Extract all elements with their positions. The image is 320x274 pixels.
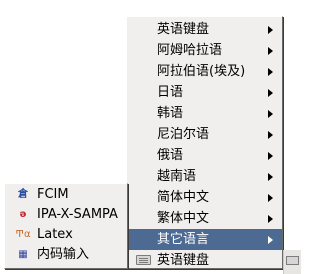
menu-item-label: 俄语 [157,148,184,163]
submenu-arrow-icon [268,47,273,55]
keyboard-icon [136,255,151,265]
menu-item-other-languages[interactable]: 其它语言 [127,229,282,250]
submenu-arrow-icon [268,26,273,34]
menu-item-korean[interactable]: 韩语 [127,103,282,124]
menu-item-russian[interactable]: 俄语 [127,145,282,166]
menu-item-english-keyboard[interactable]: 英语键盘 [127,19,282,40]
fcim-icon: 倉 [18,189,28,200]
submenu-item-latex[interactable]: Ͳα Latex [5,225,127,245]
menu-item-label: 繁体中文 [157,211,210,226]
keyboard-icon[interactable] [286,256,299,265]
menu-item-arabic-egypt[interactable]: 阿拉伯语(埃及) [127,61,282,82]
menu-item-label: 英语键盘 [157,253,210,268]
other-languages-submenu: 倉 FCIM ə IPA-X-SAMPA Ͳα Latex ▦ 内码输入 [4,183,128,269]
ipa-icon: ə [19,209,27,220]
menu-item-label: 韩语 [157,106,184,121]
input-method-menu: 英语键盘 阿姆哈拉语 阿拉伯语(埃及) 日语 韩语 尼泊尔语 俄语 越南语 简体… [126,16,283,269]
submenu-arrow-icon [268,131,273,139]
menu-item-label: 越南语 [157,169,197,184]
submenu-item-label: 内码输入 [37,247,90,262]
menu-item-label: 其它语言 [157,232,210,247]
menu-item-label: 阿姆哈拉语 [157,43,223,58]
submenu-item-label: IPA-X-SAMPA [37,207,118,222]
code-input-icon: ▦ [18,249,28,260]
submenu-arrow-icon [268,89,273,97]
submenu-arrow-icon [268,68,273,76]
system-tray [283,250,301,274]
submenu-arrow-icon [268,215,273,223]
menu-item-label: 日语 [157,85,184,100]
submenu-item-label: FCIM [37,187,69,202]
menu-item-label: 英语键盘 [157,22,210,37]
submenu-item-fcim[interactable]: 倉 FCIM [5,185,127,205]
menu-item-simplified-chinese[interactable]: 简体中文 [127,187,282,208]
submenu-arrow-icon [268,152,273,160]
submenu-arrow-icon [268,236,273,244]
submenu-item-ipa-x-sampa[interactable]: ə IPA-X-SAMPA [5,205,127,225]
menu-item-japanese[interactable]: 日语 [127,82,282,103]
menu-item-traditional-chinese[interactable]: 繁体中文 [127,208,282,229]
submenu-arrow-icon [268,173,273,181]
menu-item-label: 阿拉伯语(埃及) [157,64,246,79]
menu-item-label: 尼泊尔语 [157,127,210,142]
menu-item-vietnamese[interactable]: 越南语 [127,166,282,187]
submenu-arrow-icon [268,194,273,202]
menu-item-nepali[interactable]: 尼泊尔语 [127,124,282,145]
submenu-item-code-input[interactable]: ▦ 内码输入 [5,245,127,265]
menu-item-label: 简体中文 [157,190,210,205]
submenu-item-label: Latex [37,227,73,242]
submenu-arrow-icon [268,110,273,118]
menu-item-english-keyboard-default[interactable]: 英语键盘 [127,250,282,271]
latex-icon: Ͳα [15,229,31,240]
menu-item-amharic[interactable]: 阿姆哈拉语 [127,40,282,61]
